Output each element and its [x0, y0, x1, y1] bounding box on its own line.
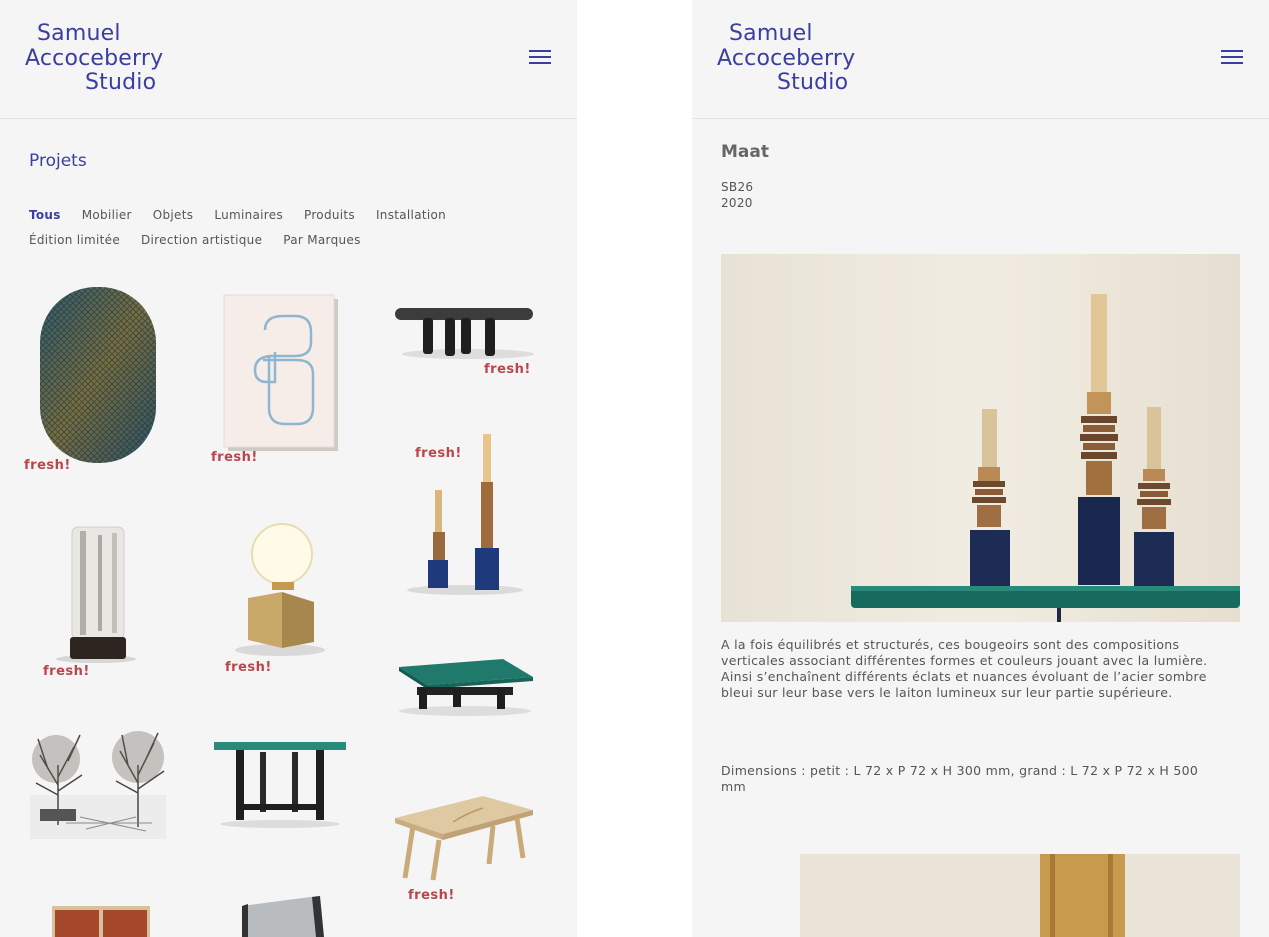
project-thumb-wooden-desk[interactable]: fresh!: [393, 792, 538, 907]
project-detail-view: Samuel Accoceberry Studio Maat SB26 2020: [692, 0, 1269, 937]
hamburger-menu-icon[interactable]: [529, 50, 551, 68]
fresh-badge: fresh!: [408, 888, 455, 903]
filter-edition-limitee[interactable]: Édition limitée: [29, 228, 120, 253]
project-description: A la fois équilibrés et structurés, ces …: [721, 637, 1221, 701]
project-dimensions: Dimensions : petit : L 72 x P 72 x H 300…: [721, 763, 1199, 794]
wood-panel-screen-image: [52, 906, 150, 937]
project-thumb-wood-panel-screen[interactable]: [50, 902, 152, 937]
filter-direction-artistique[interactable]: Direction artistique: [141, 228, 262, 253]
globe-brass-lamp-image: [235, 523, 325, 656]
studio-logo[interactable]: Samuel Accoceberry Studio: [25, 21, 164, 96]
filter-luminaires[interactable]: Luminaires: [214, 203, 283, 228]
logo-line-1: Samuel: [729, 21, 813, 46]
filter-objets[interactable]: Objets: [153, 203, 194, 228]
fresh-badge: fresh!: [211, 450, 258, 465]
fresh-badge: fresh!: [24, 458, 71, 473]
filter-tous[interactable]: Tous: [29, 203, 61, 228]
filter-mobilier[interactable]: Mobilier: [82, 203, 132, 228]
hamburger-menu-icon[interactable]: [1221, 50, 1243, 68]
logo-line-2: Accoceberry: [25, 45, 164, 71]
glass-column-lamp-image: [56, 526, 136, 663]
wooden-desk-image: [395, 796, 533, 881]
project-title: Maat: [721, 142, 769, 162]
project-thumb-dark-low-table[interactable]: fresh!: [393, 300, 538, 382]
fresh-badge: fresh!: [43, 664, 90, 679]
dark-low-table-image: [395, 308, 534, 359]
project-meta: SB26 2020: [721, 179, 753, 211]
woven-oval-mirror-image: [40, 287, 156, 463]
green-console-table-image: [214, 742, 346, 828]
fresh-badge: fresh!: [225, 660, 272, 675]
description-paragraph-2: Ainsi s’enchaînent différents éclats et …: [721, 669, 1207, 700]
fresh-badge: fresh!: [484, 362, 531, 377]
grey-mirror-panel-image: [242, 896, 324, 937]
logo-line-2: Accoceberry: [717, 45, 856, 71]
project-thumb-green-top-coffee-table[interactable]: [393, 655, 538, 717]
project-thumb-glass-column-lamp[interactable]: fresh!: [40, 525, 140, 685]
project-thumb-green-console-table[interactable]: [212, 738, 350, 830]
page-title: Projets: [29, 151, 87, 171]
project-reference: SB26: [721, 180, 754, 194]
site-header: Samuel Accoceberry Studio: [692, 0, 1269, 119]
filter-installation[interactable]: Installation: [376, 203, 446, 228]
framed-line-drawing-image: [223, 294, 338, 451]
site-header: Samuel Accoceberry Studio: [0, 0, 577, 119]
project-year: 2020: [721, 196, 753, 210]
project-thumb-candlesticks-maat[interactable]: fresh!: [395, 432, 535, 597]
filter-produits[interactable]: Produits: [304, 203, 355, 228]
logo-line-1: Samuel: [37, 21, 121, 46]
project-thumb-globe-brass-lamp[interactable]: fresh!: [222, 522, 342, 682]
fresh-badge: fresh!: [415, 446, 462, 461]
project-thumb-framed-line-drawing[interactable]: fresh!: [211, 290, 345, 470]
green-top-coffee-table-image: [399, 659, 533, 716]
project-secondary-photo: [800, 854, 1240, 937]
logo-line-3: Studio: [85, 70, 157, 95]
studio-logo[interactable]: Samuel Accoceberry Studio: [717, 21, 856, 96]
description-paragraph-1: A la fois équilibrés et structurés, ces …: [721, 637, 1208, 668]
filter-par-marques[interactable]: Par Marques: [283, 228, 360, 253]
projects-list-view: Samuel Accoceberry Studio Projets Tous Mo…: [0, 0, 577, 937]
project-main-photo: [721, 254, 1240, 622]
logo-line-3: Studio: [777, 70, 849, 95]
project-thumb-trees-installation-sketch[interactable]: [26, 725, 171, 843]
project-thumb-grey-mirror-panel[interactable]: [238, 894, 328, 937]
category-filters: Tous Mobilier Objets Luminaires Produits Inst…: [29, 203, 549, 253]
project-thumb-woven-oval-mirror[interactable]: fresh!: [24, 282, 168, 473]
trees-installation-sketch-image: [30, 731, 166, 839]
